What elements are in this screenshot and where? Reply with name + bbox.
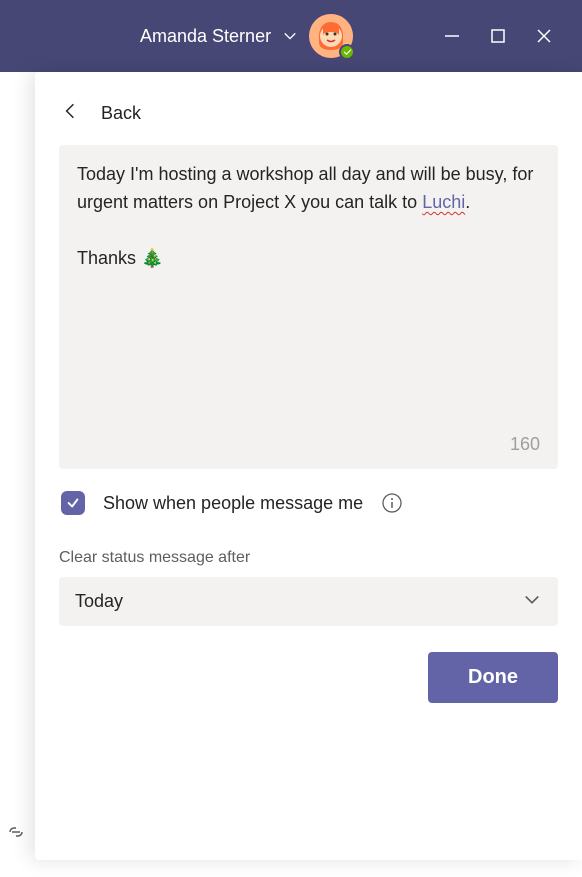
back-button[interactable]: Back — [35, 72, 582, 145]
link-icon — [4, 820, 28, 849]
done-button[interactable]: Done — [428, 652, 558, 703]
show-when-messaged-checkbox[interactable] — [61, 491, 85, 515]
status-closing: Thanks 🎄 — [77, 248, 163, 268]
status-text-after: . — [465, 192, 470, 212]
status-message-input[interactable]: Today I'm hosting a workshop all day and… — [59, 145, 558, 469]
chevron-down-icon — [283, 29, 297, 43]
clear-after-dropdown[interactable]: Today — [59, 577, 558, 626]
mention-link[interactable]: Luchi — [422, 192, 465, 212]
character-count: 160 — [77, 434, 540, 455]
chevron-left-icon — [61, 100, 79, 127]
show-when-messaged-row: Show when people message me — [59, 469, 558, 537]
status-panel: Back Today I'm hosting a workshop all da… — [35, 72, 582, 860]
clear-after-label: Clear status message after — [59, 549, 558, 567]
window-controls — [442, 26, 554, 46]
avatar-container[interactable] — [309, 14, 353, 58]
user-name: Amanda Sterner — [140, 26, 271, 47]
maximize-button[interactable] — [488, 26, 508, 46]
presence-available-icon — [339, 44, 355, 60]
info-icon[interactable] — [381, 492, 403, 514]
user-dropdown[interactable]: Amanda Sterner — [140, 14, 353, 58]
show-when-messaged-label: Show when people message me — [103, 493, 363, 514]
chevron-down-icon — [522, 589, 542, 614]
title-bar: Amanda Sterner — [0, 0, 582, 72]
minimize-button[interactable] — [442, 26, 462, 46]
clear-after-value: Today — [75, 591, 123, 612]
back-label: Back — [101, 103, 141, 124]
status-text: Today I'm hosting a workshop all day and… — [77, 161, 540, 426]
close-button[interactable] — [534, 26, 554, 46]
